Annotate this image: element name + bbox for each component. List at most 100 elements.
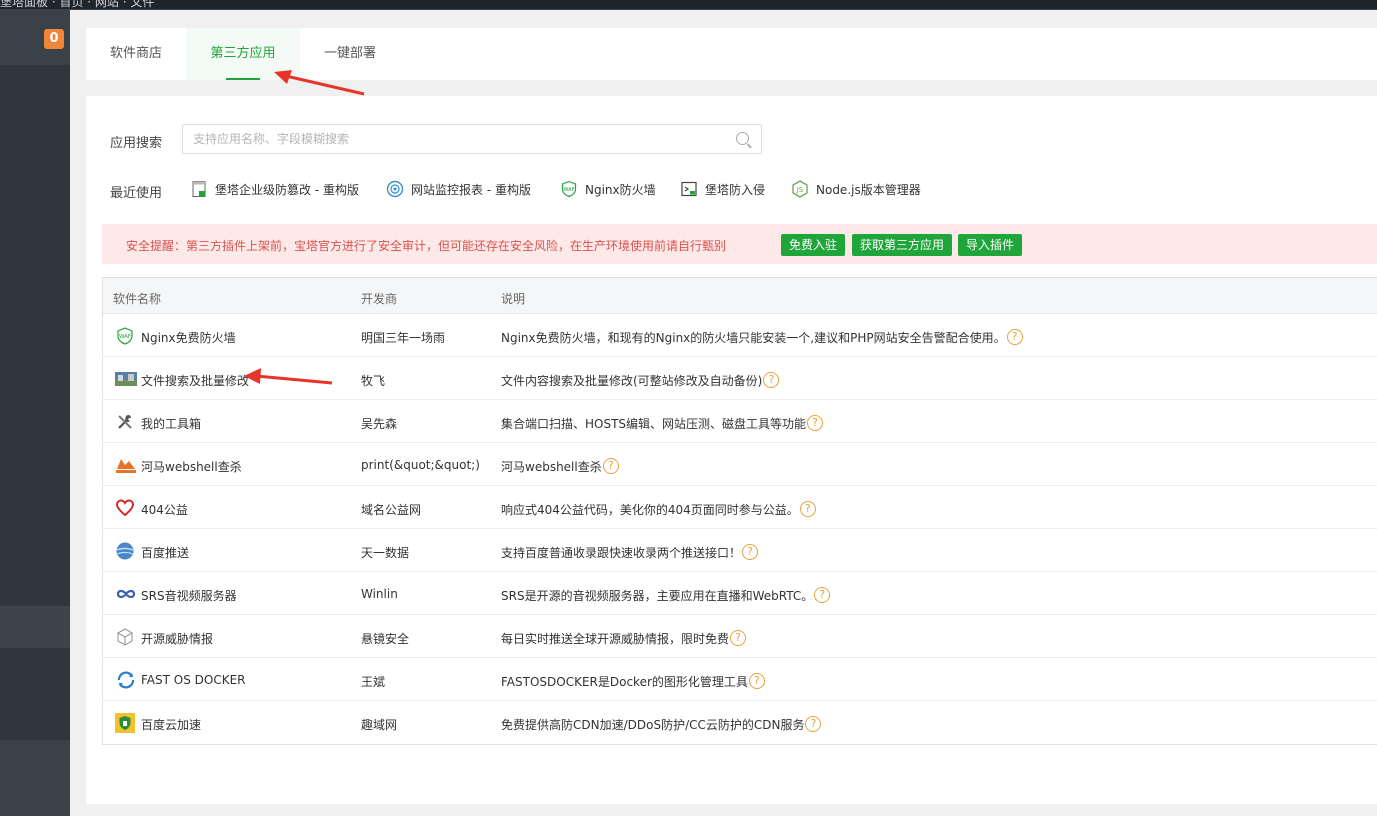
table-row[interactable]: 百度推送 天一数据 支持百度普通收录跟快速收录两个推送接口！?	[103, 529, 1377, 572]
recent-item-label: 堡塔防入侵	[705, 182, 766, 197]
plugin-name: 百度推送	[141, 546, 190, 560]
search-icon[interactable]	[736, 132, 749, 145]
plugin-name: 开源威胁情报	[141, 632, 214, 646]
get-third-party-button[interactable]: 获取第三方应用	[852, 234, 953, 256]
description-text: FASTOSDOCKER是Docker的图形化管理工具	[501, 675, 748, 689]
table-row[interactable]: 我的工具箱 吴先森 集合端口扫描、HOSTS编辑、网站压测、磁盘工具等功能?	[103, 400, 1377, 443]
notification-badge[interactable]: 0	[44, 29, 64, 49]
recent-item-label: 网站监控报表 - 重构版	[411, 182, 531, 197]
plugin-name: FAST OS DOCKER	[141, 673, 246, 687]
tab-one-click-deploy[interactable]: 一键部署	[300, 28, 400, 80]
help-icon[interactable]: ?	[1006, 328, 1023, 345]
recent-item-nodejs-manager[interactable]: JS Node.js版本管理器	[791, 180, 921, 198]
plugin-description: 文件内容搜索及批量修改(可整站修改及自动备份)?	[501, 371, 780, 389]
plugin-description: 响应式404公益代码，美化你的404页面同时参与公益。?	[501, 500, 816, 518]
description-text: 支持百度普通收录跟快速收录两个推送接口！	[501, 546, 742, 560]
free-join-button[interactable]: 免费入驻	[781, 234, 846, 256]
table-header: 软件名称 开发商 说明	[103, 278, 1377, 314]
warning-text: 安全提醒：第三方插件上架前，宝塔官方进行了安全审计，但可能还存在安全风险，在生产…	[126, 239, 727, 253]
description-text: 免费提供高防CDN加速/DDoS防护/CC云防护的CDN服务	[501, 718, 805, 732]
plugin-description: 支持百度普通收录跟快速收录两个推送接口！?	[501, 543, 759, 561]
recent-item-label: 堡塔企业级防篡改 - 重构版	[215, 182, 359, 197]
plugin-description: SRS是开源的音视频服务器，主要应用在直播和WebRTC。?	[501, 586, 831, 604]
header-name[interactable]: 软件名称	[113, 290, 161, 307]
tools-icon	[115, 412, 135, 432]
monitor-icon	[386, 180, 404, 198]
plugin-description: 河马webshell查杀?	[501, 457, 619, 475]
search-box[interactable]	[182, 124, 762, 154]
plugin-developer: 域名公益网	[361, 503, 422, 517]
globe-icon	[115, 541, 135, 561]
plugin-name: 百度云加速	[141, 718, 202, 732]
top-bar: 堡塔面板 · 首页 · 网站 · 文件	[0, 0, 1377, 10]
help-icon[interactable]: ?	[807, 414, 824, 431]
table-row[interactable]: FAST OS DOCKER 王斌 FASTOSDOCKER是Docker的图形…	[103, 658, 1377, 701]
plugin-description: 免费提供高防CDN加速/DDoS防护/CC云防护的CDN服务?	[501, 715, 822, 733]
terminal-icon	[680, 180, 698, 198]
description-text: 每日实时推送全球开源威胁情报，限时免费	[501, 632, 730, 646]
recent-item-intrusion-defense[interactable]: 堡塔防入侵	[680, 180, 765, 198]
help-icon[interactable]: ?	[730, 629, 747, 646]
table-row[interactable]: 百度云加速 趣域网 免费提供高防CDN加速/DDoS防护/CC云防护的CDN服务…	[103, 701, 1377, 744]
plugin-description: FASTOSDOCKER是Docker的图形化管理工具?	[501, 672, 765, 690]
help-icon[interactable]: ?	[805, 715, 822, 732]
security-warning: 安全提醒：第三方插件上架前，宝塔官方进行了安全审计，但可能还存在安全风险，在生产…	[102, 224, 1377, 264]
description-text: 集合端口扫描、HOSTS编辑、网站压测、磁盘工具等功能	[501, 417, 807, 431]
cube-icon	[115, 627, 135, 647]
file-search-icon	[115, 369, 137, 389]
plugin-name: 文件搜索及批量修改	[141, 374, 250, 388]
help-icon[interactable]: ?	[799, 500, 816, 517]
plugin-name: SRS音视频服务器	[141, 589, 237, 603]
import-plugin-button[interactable]: 导入插件	[958, 234, 1023, 256]
table-row[interactable]: 404公益 域名公益网 响应式404公益代码，美化你的404页面同时参与公益。?	[103, 486, 1377, 529]
description-text: 响应式404公益代码，美化你的404页面同时参与公益。	[501, 503, 799, 517]
hippo-icon	[115, 455, 136, 475]
plugin-name: 河马webshell查杀	[141, 460, 242, 474]
plugin-table: 软件名称 开发商 说明 WAF Nginx免费防火墙 明国三年一场雨 Nginx…	[102, 277, 1377, 745]
plugin-developer: 天一数据	[361, 546, 410, 560]
main-panel: 应用搜索 最近使用 堡塔企业级防篡改 - 重构版 网站监控报表 - 重构版 WA…	[86, 96, 1377, 804]
waf-icon: WAF	[115, 326, 135, 346]
tab-software-store[interactable]: 软件商店	[86, 28, 186, 80]
recent-item-nginx-waf[interactable]: WAF Nginx防火墙	[560, 180, 656, 198]
recent-item-tamper-proof[interactable]: 堡塔企业级防篡改 - 重构版	[190, 180, 359, 198]
table-row[interactable]: SRS音视频服务器 Winlin SRS是开源的音视频服务器，主要应用在直播和W…	[103, 572, 1377, 615]
plugin-name: 404公益	[141, 503, 188, 517]
description-text: Nginx免费防火墙，和现有的Nginx的防火墙只能安装一个,建议和PHP网站安…	[501, 331, 1006, 345]
plugin-developer: 牧飞	[361, 374, 386, 388]
plugin-developer: Winlin	[361, 587, 398, 601]
search-input[interactable]	[183, 125, 723, 153]
recent-item-label: Node.js版本管理器	[816, 182, 921, 197]
header-developer[interactable]: 开发商	[361, 290, 397, 307]
help-icon[interactable]: ?	[602, 457, 619, 474]
tab-third-party[interactable]: 第三方应用	[186, 28, 300, 80]
document-icon	[190, 180, 208, 198]
description-text: SRS是开源的音视频服务器，主要应用在直播和WebRTC。	[501, 589, 814, 603]
waf-icon: WAF	[560, 180, 578, 198]
plugin-developer: 吴先森	[361, 417, 398, 431]
table-row[interactable]: 文件搜索及批量修改 牧飞 文件内容搜索及批量修改(可整站修改及自动备份)?	[103, 357, 1377, 400]
svg-text:WAF: WAF	[564, 187, 575, 193]
table-row[interactable]: 开源威胁情报 悬镜安全 每日实时推送全球开源威胁情报，限时免费?	[103, 615, 1377, 658]
tab-bar: 软件商店 第三方应用 一键部署	[86, 28, 1377, 80]
recent-item-label: Nginx防火墙	[585, 182, 656, 197]
help-icon[interactable]: ?	[742, 543, 759, 560]
table-row[interactable]: 河马webshell查杀 print(&quot;&quot;) 河马websh…	[103, 443, 1377, 486]
plugin-developer: 王斌	[361, 675, 386, 689]
description-text: 文件内容搜索及批量修改(可整站修改及自动备份)	[501, 374, 763, 388]
infinity-icon	[115, 584, 136, 604]
sidebar-item-lower[interactable]	[0, 740, 70, 816]
help-icon[interactable]: ?	[748, 672, 765, 689]
sidebar-item-top[interactable]: 0	[0, 10, 70, 65]
nodejs-icon: JS	[791, 180, 809, 198]
description-text: 河马webshell查杀	[501, 460, 602, 474]
plugin-developer: 悬镜安全	[361, 632, 410, 646]
table-row[interactable]: WAF Nginx免费防火墙 明国三年一场雨 Nginx免费防火墙，和现有的Ng…	[103, 314, 1377, 357]
recent-item-site-monitor[interactable]: 网站监控报表 - 重构版	[386, 180, 531, 198]
help-icon[interactable]: ?	[763, 371, 780, 388]
plugin-description: 集合端口扫描、HOSTS编辑、网站压测、磁盘工具等功能?	[501, 414, 824, 432]
sidebar: 0	[0, 10, 70, 816]
sidebar-item-active[interactable]	[0, 606, 70, 648]
header-description[interactable]: 说明	[501, 290, 525, 307]
help-icon[interactable]: ?	[814, 586, 831, 603]
